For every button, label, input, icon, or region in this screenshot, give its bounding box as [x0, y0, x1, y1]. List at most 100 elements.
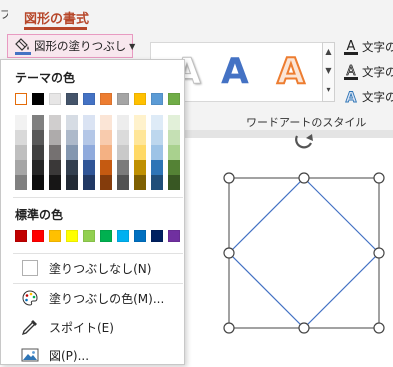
paint-bucket-icon: [14, 37, 32, 55]
theme-shade-swatch[interactable]: [15, 175, 27, 190]
theme-shade-swatch[interactable]: [134, 175, 146, 190]
theme-shade-swatch[interactable]: [134, 115, 146, 130]
theme-shade-swatch[interactable]: [32, 160, 44, 175]
previous-tab-fragment[interactable]: プ: [0, 6, 8, 20]
wordart-style-orange[interactable]: A: [276, 47, 306, 97]
theme-shade-swatch[interactable]: [49, 175, 61, 190]
more-fill-colors-label: 塗りつぶしの色(M)...: [49, 291, 165, 306]
text-effects-button[interactable]: A 文字の: [344, 86, 393, 108]
standard-color-swatch[interactable]: [117, 230, 129, 242]
theme-shade-swatch[interactable]: [151, 145, 163, 160]
theme-color-swatch[interactable]: [151, 93, 163, 105]
chevron-down-icon[interactable]: ▼: [323, 62, 334, 80]
theme-shade-swatch[interactable]: [32, 130, 44, 145]
theme-shade-swatch[interactable]: [117, 175, 129, 190]
palette-icon: [21, 289, 39, 307]
gallery-scroll[interactable]: ▲ ▼ ▾: [322, 42, 335, 102]
standard-color-swatch[interactable]: [151, 230, 163, 242]
eyedropper-item[interactable]: スポイト(E): [21, 315, 114, 339]
theme-shade-swatch[interactable]: [15, 130, 27, 145]
theme-shade-swatch[interactable]: [49, 130, 61, 145]
theme-shade-swatch[interactable]: [15, 160, 27, 175]
theme-shade-swatch[interactable]: [83, 160, 95, 175]
theme-shade-swatch[interactable]: [151, 160, 163, 175]
standard-color-swatch[interactable]: [100, 230, 112, 242]
text-effects-label: 文字の: [362, 90, 393, 104]
theme-shade-swatch[interactable]: [83, 175, 95, 190]
svg-text:A: A: [346, 90, 357, 105]
theme-color-swatch[interactable]: [168, 93, 180, 105]
theme-shade-swatch[interactable]: [66, 130, 78, 145]
theme-shade-swatch[interactable]: [49, 115, 61, 130]
theme-color-swatch[interactable]: [32, 93, 44, 105]
selected-diamond-shape[interactable]: [185, 130, 393, 365]
resize-handles: [223, 172, 385, 334]
theme-shade-swatch[interactable]: [100, 160, 112, 175]
theme-shade-swatch[interactable]: [32, 115, 44, 130]
theme-shade-swatch[interactable]: [168, 160, 180, 175]
theme-shade-swatch[interactable]: [49, 145, 61, 160]
standard-color-swatch[interactable]: [66, 230, 78, 242]
theme-color-swatch[interactable]: [15, 93, 27, 105]
menu-separator: [13, 253, 183, 254]
theme-color-swatch[interactable]: [49, 93, 61, 105]
theme-shade-swatch[interactable]: [134, 160, 146, 175]
theme-shade-swatch[interactable]: [117, 160, 129, 175]
no-fill-item[interactable]: 塗りつぶしなし(N): [21, 256, 151, 280]
text-fill-button[interactable]: A 文字の: [344, 36, 393, 58]
theme-shade-swatch[interactable]: [100, 145, 112, 160]
theme-shade-swatch[interactable]: [168, 130, 180, 145]
text-outline-button[interactable]: A 文字の: [344, 61, 393, 83]
theme-shade-swatch[interactable]: [32, 175, 44, 190]
theme-shade-swatch[interactable]: [15, 115, 27, 130]
standard-color-swatch[interactable]: [83, 230, 95, 242]
theme-shade-swatch[interactable]: [83, 115, 95, 130]
theme-shade-swatch[interactable]: [117, 145, 129, 160]
theme-shade-swatch[interactable]: [66, 175, 78, 190]
theme-shade-swatch[interactable]: [32, 145, 44, 160]
more-fill-colors-item[interactable]: 塗りつぶしの色(M)...: [21, 286, 164, 310]
theme-shade-swatch[interactable]: [66, 160, 78, 175]
theme-shade-swatch[interactable]: [49, 160, 61, 175]
chevron-up-icon[interactable]: ▲: [323, 43, 334, 61]
theme-shade-swatch[interactable]: [100, 175, 112, 190]
standard-color-swatch[interactable]: [168, 230, 180, 242]
rotate-handle-icon[interactable]: [295, 134, 313, 149]
theme-shade-swatch[interactable]: [168, 145, 180, 160]
theme-shade-swatch[interactable]: [151, 115, 163, 130]
tab-shape-format[interactable]: 図形の書式: [24, 8, 89, 27]
theme-shade-swatch[interactable]: [83, 145, 95, 160]
wordart-style-blue[interactable]: A: [221, 47, 249, 97]
picture-icon: [21, 346, 39, 364]
theme-color-swatch[interactable]: [100, 93, 112, 105]
theme-shade-swatch[interactable]: [100, 115, 112, 130]
picture-fill-item[interactable]: 図(P)...: [21, 343, 89, 367]
theme-shade-swatch[interactable]: [168, 175, 180, 190]
theme-color-swatch[interactable]: [134, 93, 146, 105]
theme-shade-swatch[interactable]: [66, 115, 78, 130]
standard-color-swatch[interactable]: [49, 230, 61, 242]
theme-shade-swatch[interactable]: [15, 145, 27, 160]
theme-color-swatch[interactable]: [117, 93, 129, 105]
standard-color-swatch[interactable]: [15, 230, 27, 242]
theme-shade-swatch[interactable]: [134, 145, 146, 160]
text-fill-icon: A: [344, 39, 358, 55]
theme-color-swatch[interactable]: [66, 93, 78, 105]
theme-shade-swatch[interactable]: [168, 115, 180, 130]
svg-text:A: A: [347, 64, 356, 79]
standard-color-swatch[interactable]: [134, 230, 146, 242]
gallery-expand-icon[interactable]: ▾: [323, 81, 334, 99]
diamond-outline: [228, 177, 380, 329]
theme-shade-swatch[interactable]: [100, 130, 112, 145]
theme-shade-swatch[interactable]: [117, 130, 129, 145]
theme-shade-swatch[interactable]: [151, 130, 163, 145]
shape-fill-button[interactable]: 図形の塗りつぶし ▼: [7, 34, 135, 58]
theme-shade-swatch[interactable]: [66, 145, 78, 160]
theme-shade-swatch[interactable]: [83, 130, 95, 145]
theme-shade-swatch[interactable]: [151, 175, 163, 190]
theme-shade-swatch[interactable]: [134, 130, 146, 145]
theme-shade-swatch[interactable]: [117, 115, 129, 130]
no-fill-label: 塗りつぶしなし(N): [49, 261, 152, 276]
standard-color-swatch[interactable]: [32, 230, 44, 242]
theme-color-swatch[interactable]: [83, 93, 95, 105]
